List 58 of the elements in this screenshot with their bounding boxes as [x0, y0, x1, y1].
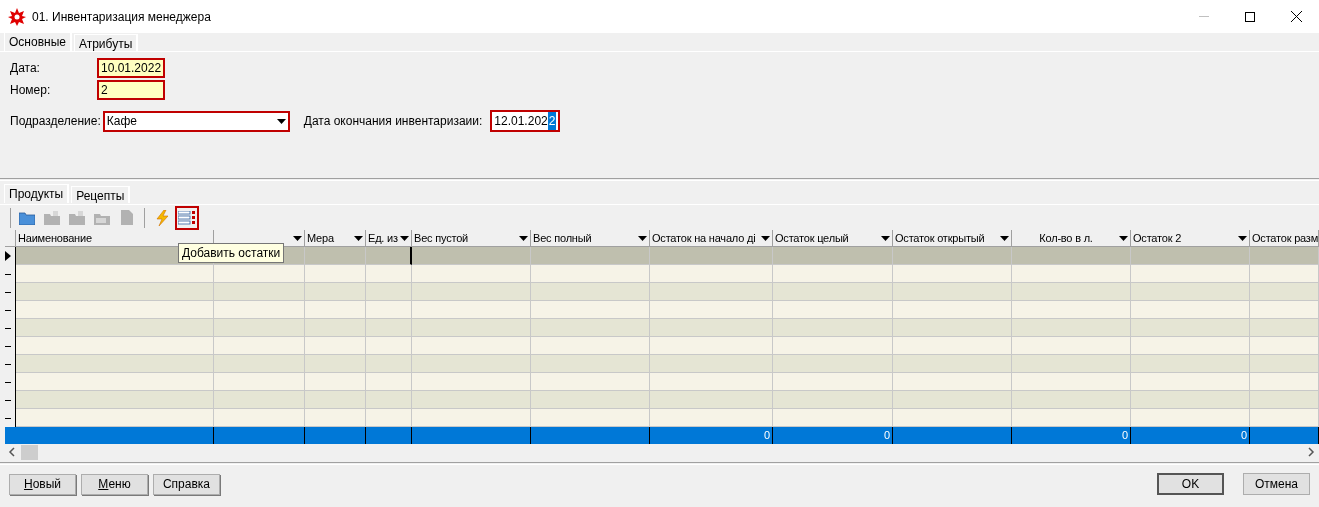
- dropdown-arrow-icon[interactable]: [638, 235, 647, 241]
- dropdown-arrow-icon[interactable]: [276, 118, 286, 124]
- column-header[interactable]: Остаток целый: [773, 230, 893, 246]
- dropdown-arrow-icon[interactable]: [354, 235, 363, 241]
- column-header[interactable]: Остаток 2: [1131, 230, 1250, 246]
- dialog-button[interactable]: Меню: [81, 473, 148, 495]
- tab[interactable]: Атрибуты: [73, 34, 139, 51]
- dropdown-arrow-icon[interactable]: [1000, 235, 1009, 241]
- column-total: 0: [1121, 428, 1128, 444]
- column-header[interactable]: Вес полный: [531, 230, 650, 246]
- current-row-icon: [5, 251, 11, 261]
- maximize-icon[interactable]: [1245, 11, 1255, 22]
- text-selection: 2: [547, 112, 557, 130]
- dropdown-arrow-icon[interactable]: [761, 235, 770, 241]
- column-header[interactable]: Мера: [305, 230, 366, 246]
- column-total: 0: [763, 428, 770, 444]
- field-label: Дата окончания инвентаризаии:: [303, 113, 483, 130]
- dropdown-arrow-icon[interactable]: [1238, 235, 1247, 241]
- field-label: Номер:: [10, 82, 52, 99]
- app-logo-icon: [8, 7, 26, 26]
- scroll-thumb[interactable]: [21, 444, 38, 460]
- document-icon: [121, 210, 133, 225]
- toolbar-button[interactable]: [175, 205, 199, 230]
- dropdown-arrow-icon[interactable]: [519, 235, 528, 241]
- folder-icon: [69, 210, 85, 225]
- column-header[interactable]: Остаток на начало ді: [650, 230, 773, 246]
- field-label: Дата:: [10, 60, 41, 77]
- text-field[interactable]: 10.01.2022: [97, 58, 165, 78]
- department-dropdown[interactable]: Кафе: [102, 110, 290, 132]
- tab[interactable]: Рецепты: [71, 186, 131, 203]
- tab[interactable]: Продукты: [4, 184, 70, 203]
- close-icon[interactable]: [1290, 11, 1302, 22]
- text-field[interactable]: 12.01.2022: [490, 110, 561, 132]
- window-title: 01. Инвентаризация менеджера: [32, 8, 211, 26]
- tab[interactable]: Основные: [4, 32, 72, 51]
- dropdown-arrow-icon[interactable]: [293, 235, 302, 241]
- dropdown-arrow-icon[interactable]: [400, 235, 409, 241]
- dropdown-arrow-icon[interactable]: [1119, 235, 1128, 241]
- column-total: 0: [1240, 428, 1247, 444]
- column-header[interactable]: Вес пустой: [412, 230, 531, 246]
- column-header[interactable]: Кол-во в л.: [1012, 230, 1131, 246]
- tooltip: Добавить остатки: [178, 243, 285, 263]
- text-field[interactable]: 2: [97, 80, 165, 100]
- column-header[interactable]: Остаток открытый: [893, 230, 1012, 246]
- folder-icon: [19, 210, 35, 225]
- dialog-button[interactable]: OK: [1157, 473, 1224, 495]
- folder-icon: [44, 210, 60, 225]
- column-total: 0: [883, 428, 890, 444]
- field-label: Подразделение:: [10, 113, 102, 130]
- column-header[interactable]: Остаток разм: [1250, 230, 1319, 246]
- dialog-button[interactable]: Новый: [9, 473, 76, 495]
- lightning-icon: [155, 209, 169, 226]
- column-header[interactable]: Ед. из: [366, 230, 412, 246]
- list-icon: [178, 210, 196, 225]
- dialog-button[interactable]: Отмена: [1243, 473, 1310, 495]
- table-row[interactable]: [5, 247, 1319, 265]
- dropdown-arrow-icon[interactable]: [881, 235, 890, 241]
- dialog-button[interactable]: Справка: [153, 473, 220, 495]
